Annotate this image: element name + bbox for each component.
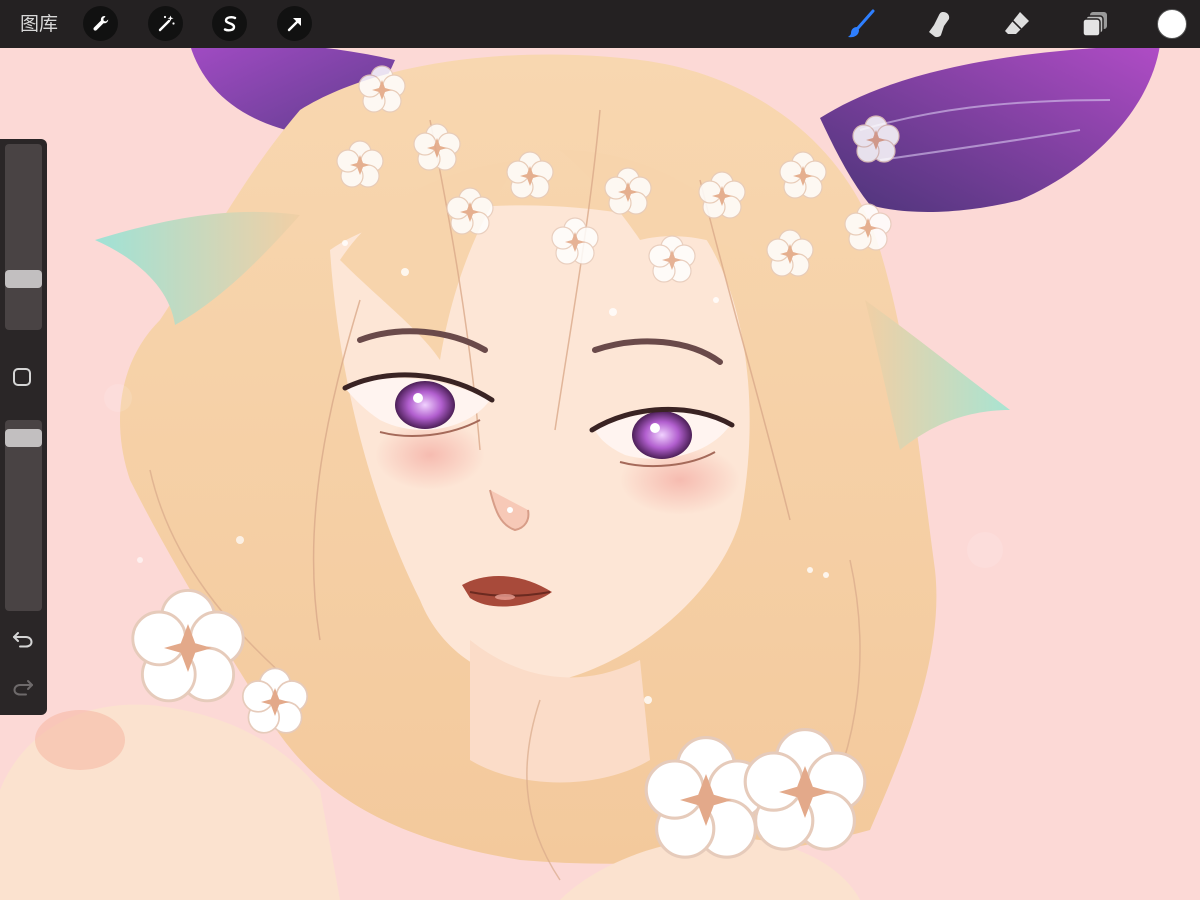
brush-size-handle[interactable]	[5, 270, 42, 288]
redo-icon	[13, 680, 33, 696]
top-toolbar: 图库	[0, 0, 1200, 48]
arrow-cursor-icon	[287, 17, 301, 31]
redo-button[interactable]	[10, 676, 36, 698]
smudge-finger-icon	[929, 12, 950, 38]
color-picker-button[interactable]	[1157, 9, 1187, 39]
adjustments-button[interactable]	[148, 6, 183, 41]
gallery-button[interactable]: 图库	[20, 12, 58, 36]
square-modifier-icon[interactable]	[13, 368, 31, 386]
drawing-canvas[interactable]	[0, 0, 1200, 900]
opacity-handle[interactable]	[5, 429, 42, 447]
undo-icon	[13, 632, 33, 648]
eraser-icon	[1005, 12, 1029, 34]
selection-button[interactable]	[212, 6, 247, 41]
magic-wand-icon	[158, 15, 175, 31]
layers-icon	[1082, 12, 1107, 37]
eraser-tool-button[interactable]	[1001, 8, 1033, 40]
transform-button[interactable]	[277, 6, 312, 41]
opacity-slider[interactable]	[5, 420, 42, 611]
selection-s-icon	[223, 15, 236, 31]
brush-size-slider[interactable]	[5, 144, 42, 330]
smudge-tool-button[interactable]	[923, 8, 955, 40]
brush-icon	[848, 9, 875, 38]
actions-button[interactable]	[83, 6, 118, 41]
undo-button[interactable]	[10, 628, 36, 650]
left-sidebar	[0, 139, 47, 715]
wrench-icon	[92, 15, 108, 31]
brush-tool-button[interactable]	[845, 8, 877, 40]
layers-button[interactable]	[1079, 8, 1111, 40]
